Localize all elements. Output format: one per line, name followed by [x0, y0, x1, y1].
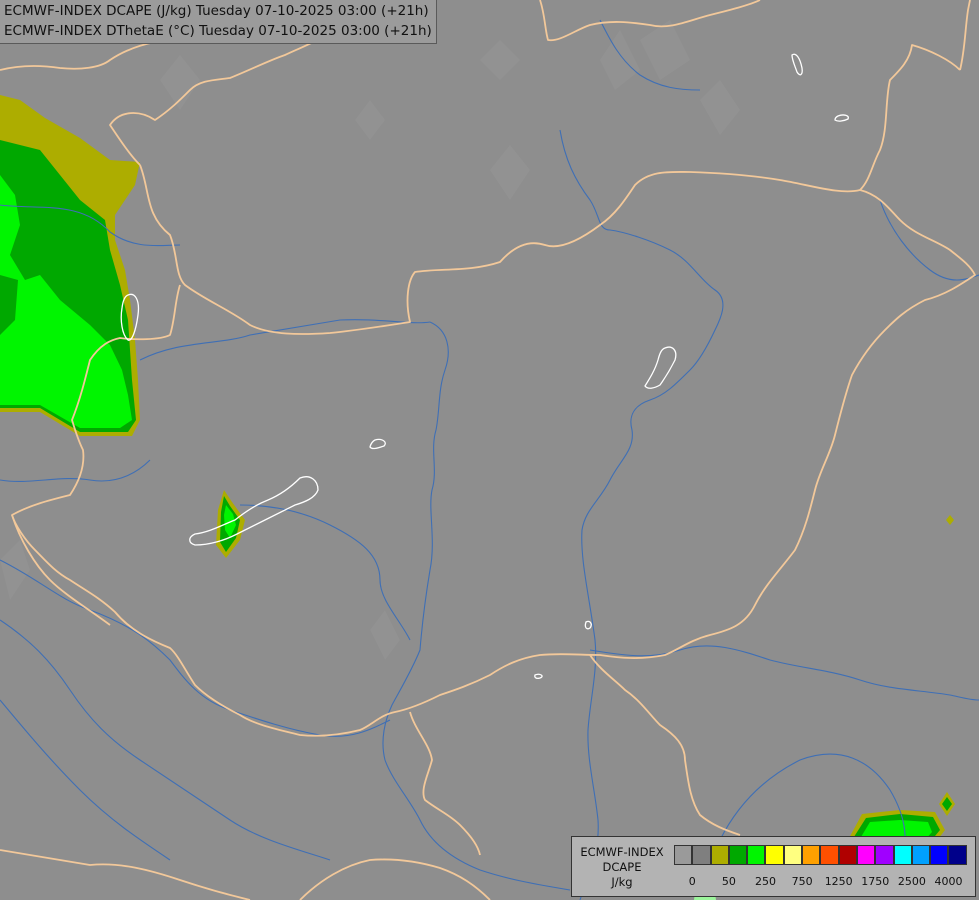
legend-swatch	[930, 845, 949, 865]
legend-swatch	[875, 845, 894, 865]
weather-map	[0, 0, 979, 900]
legend-swatch	[893, 845, 912, 865]
legend-tick-label: 250	[755, 875, 776, 888]
legend-tick-label: 2500	[897, 875, 926, 888]
legend-swatch	[820, 845, 839, 865]
legend-title: ECMWF-INDEX DCAPE J/kg	[572, 845, 672, 890]
legend-tick-label: 750	[791, 875, 813, 888]
legend-swatches	[674, 845, 967, 865]
legend-swatch	[692, 845, 711, 865]
legend-swatch	[728, 845, 748, 865]
legend-swatch	[783, 845, 803, 865]
legend-tick-label: 0	[688, 875, 696, 888]
title-dcape: ECMWF-INDEX DCAPE (J/kg) Tuesday 07-10-2…	[4, 3, 429, 19]
color-legend: ECMWF-INDEX DCAPE J/kg 0 50 250 750 1250 1750…	[571, 836, 976, 897]
title-dthetae: ECMWF-INDEX DThetaE (°C) Tuesday 07-10-2…	[4, 23, 432, 39]
map-title-box: ECMWF-INDEX DCAPE (J/kg) Tuesday 07-10-2…	[0, 0, 437, 44]
legend-tick-label: 1750	[861, 875, 890, 888]
legend-swatch	[838, 845, 857, 865]
legend-swatch	[674, 845, 693, 865]
legend-swatch	[802, 845, 821, 865]
legend-tick-labels: 0 50 250 750 1250 1750 2500 4000	[674, 875, 974, 889]
legend-swatch	[856, 845, 876, 865]
legend-swatch	[948, 845, 967, 865]
legend-tick-label: 1250	[824, 875, 853, 888]
legend-swatch	[911, 845, 931, 865]
legend-swatch	[765, 845, 784, 865]
legend-swatch	[710, 845, 729, 865]
legend-tick-label: 4000	[934, 875, 963, 888]
legend-title-model: ECMWF-INDEX	[580, 845, 664, 859]
legend-title-unit: J/kg	[611, 875, 633, 889]
legend-swatch	[747, 845, 766, 865]
legend-title-variable: DCAPE	[602, 860, 642, 874]
legend-tick-label: 50	[721, 875, 736, 888]
